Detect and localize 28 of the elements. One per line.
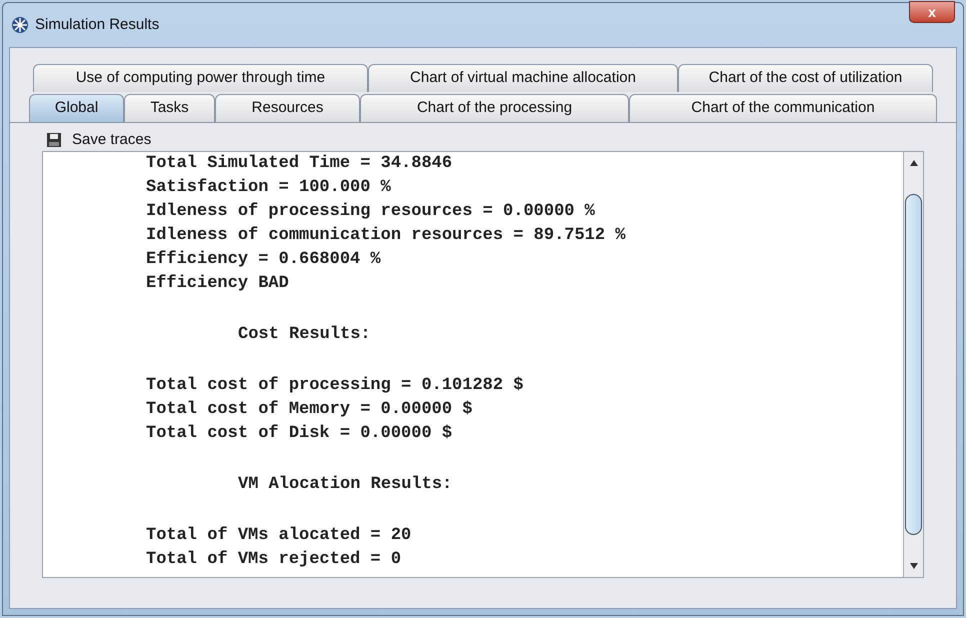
output-line: Efficiency BAD	[146, 273, 289, 295]
output-line: Total of VMs rejected = 0	[146, 549, 402, 571]
tab[interactable]: Tasks	[124, 94, 215, 122]
tab[interactable]: Chart of the cost of utilization	[678, 64, 933, 92]
output-line: Satisfaction = 100.000 %	[146, 177, 391, 199]
section-heading: Cost Results:	[237, 324, 371, 346]
scrollbar[interactable]	[903, 152, 923, 577]
tab[interactable]: Chart of virtual machine allocation	[368, 64, 678, 92]
down-arrow-icon	[908, 561, 918, 571]
window-title: Simulation Results	[35, 14, 160, 35]
snowflake-icon	[11, 16, 29, 34]
output-line: Efficiency = 0.668004 %	[146, 249, 381, 271]
output-line: Total cost of Disk = 0.00000 $	[146, 423, 452, 445]
save-traces-button[interactable]: Save traces	[72, 128, 152, 152]
up-arrow-icon	[908, 158, 918, 168]
tab[interactable]: Chart of the processing	[360, 94, 629, 122]
tab[interactable]: Use of computing power through time	[33, 64, 368, 92]
tab[interactable]: Chart of the communication	[629, 94, 937, 122]
output-line: Idleness of processing resources = 0.00000 %	[146, 201, 595, 223]
output-line: Total cost of processing = 0.101282 $	[146, 375, 524, 397]
output-line: Total cost of Memory = 0.00000 $	[146, 399, 472, 421]
output-line: Idleness of communication resources = 89.7512 %	[146, 225, 626, 247]
output-line: Total of VMs alocated = 20	[146, 525, 412, 547]
tab[interactable]: Global	[29, 94, 124, 122]
section-heading: VM Alocation Results:	[237, 474, 452, 496]
output-line: Total Simulated Time = 34.8846	[146, 153, 452, 175]
tab[interactable]: Resources	[215, 94, 360, 122]
scroll-thumb[interactable]	[905, 194, 922, 535]
